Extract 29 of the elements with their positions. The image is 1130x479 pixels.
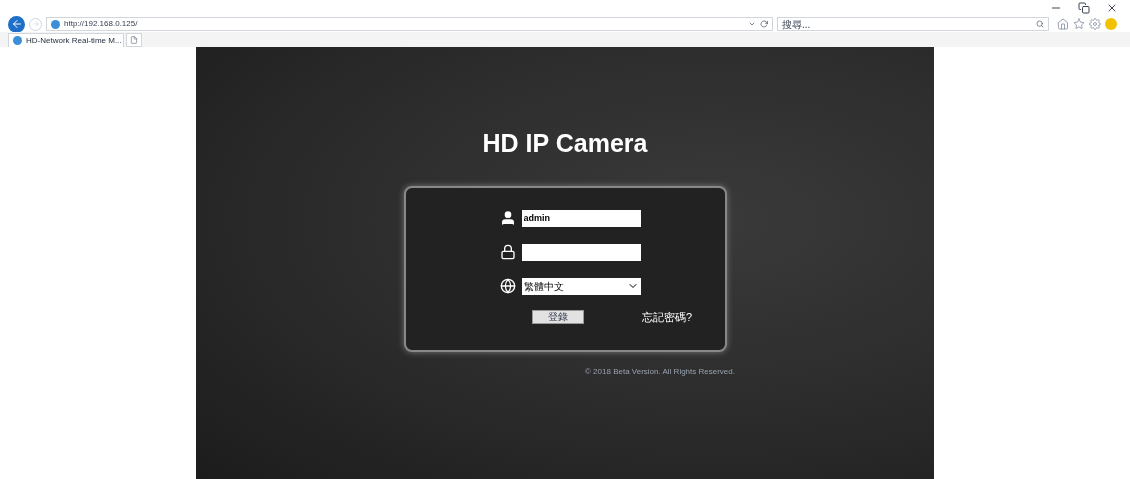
- new-tab-button[interactable]: [126, 33, 142, 47]
- arrow-left-icon: [10, 18, 23, 30]
- tab-title: HD-Network Real-time M...: [26, 34, 122, 47]
- login-button[interactable]: 登錄: [531, 309, 584, 324]
- language-select[interactable]: 繁體中文: [521, 277, 641, 295]
- url-text: http://192.168.0.125/: [64, 18, 139, 30]
- search-icon[interactable]: [1036, 20, 1044, 28]
- lock-icon: [499, 244, 516, 260]
- language-value: 繁體中文: [523, 279, 564, 294]
- close-icon[interactable]: [1106, 2, 1118, 14]
- copyright-text: © 2018 Beta Version. All Rights Reserved.: [585, 365, 735, 378]
- username-field[interactable]: admin: [521, 209, 641, 227]
- star-icon[interactable]: [1073, 18, 1085, 30]
- page-icon: [130, 36, 138, 44]
- search-field[interactable]: 搜尋...: [777, 17, 1049, 31]
- search-input[interactable]: 搜尋...: [782, 18, 1036, 30]
- arrow-right-icon: [31, 20, 40, 28]
- restore-icon[interactable]: [1078, 2, 1090, 14]
- page-title: HD IP Camera: [482, 128, 648, 159]
- browser-tab[interactable]: HD-Network Real-time M...: [8, 33, 124, 47]
- home-icon[interactable]: [1057, 18, 1069, 30]
- dropdown-icon[interactable]: [748, 20, 756, 28]
- password-field[interactable]: [521, 243, 641, 261]
- forgot-password-link[interactable]: 忘記密碼?: [641, 308, 693, 325]
- address-bar[interactable]: http://192.168.0.125/: [46, 17, 773, 31]
- user-icon: [499, 210, 516, 226]
- refresh-icon[interactable]: [760, 20, 768, 28]
- back-button[interactable]: [8, 15, 25, 33]
- settings-icon[interactable]: [1089, 18, 1101, 30]
